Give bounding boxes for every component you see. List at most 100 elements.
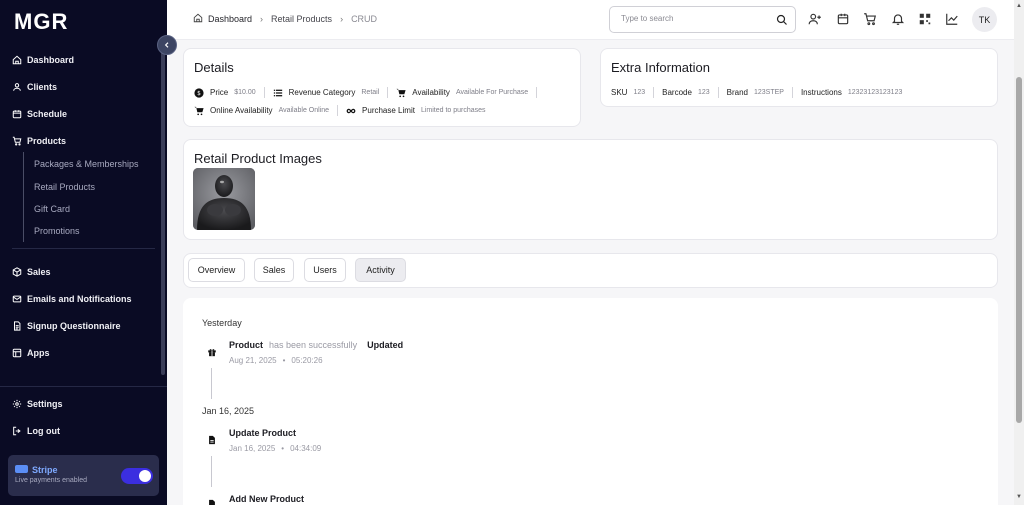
logout-icon [13,426,21,436]
category-value: Retail [361,89,380,96]
activity-icon [204,344,220,360]
activity-time: 05:20:26 [291,356,323,365]
avatar[interactable]: TK [972,7,997,32]
chart-icon[interactable] [945,12,959,26]
activity-date: Aug 21, 2025 [229,356,277,365]
sidebar-item-label: Apps [27,348,50,358]
page-scrollbar[interactable]: ▲ ▼ [1014,0,1024,505]
calendar-icon[interactable] [836,12,850,26]
availability-value: Available For Purchase [455,89,529,96]
stripe-toggle[interactable] [121,468,153,484]
scroll-down-arrow[interactable]: ▼ [1016,494,1022,500]
sidebar-item-label: Dashboard [27,55,75,65]
search-icon[interactable] [776,14,788,26]
calendar-icon [12,110,22,119]
breadcrumb: Dashboard › Retail Products › CRUD [193,13,377,25]
activity-panel [183,298,998,505]
barcode-value: 123 [697,89,710,96]
sidebar-item-label: Emails and Notifications [27,294,132,304]
scrollbar-thumb[interactable] [1016,77,1022,423]
qr-code-icon[interactable] [918,12,932,26]
tab-users[interactable]: Users [304,258,346,282]
search-input[interactable] [621,14,771,23]
document-icon [14,321,21,331]
sidebar-item-schedule[interactable]: Schedule [12,109,67,119]
timeline-line [211,456,212,487]
sidebar-item-dashboard[interactable]: Dashboard [12,55,74,65]
sidebar-subitem-promotions[interactable]: Promotions [34,226,80,236]
sidebar-subitem-packages[interactable]: Packages & Memberships [34,159,139,169]
activity-entry-title: Update Product [229,428,297,438]
barcode-label: Barcode [662,88,692,97]
instructions-value: 12323123123123 [847,89,903,96]
sidebar-item-settings[interactable]: Settings [12,399,63,409]
sidebar-item-logout[interactable]: Log out [12,426,60,436]
divider [536,87,538,98]
breadcrumb-crud: CRUD [351,14,378,24]
gift-icon [208,349,216,357]
activity-date: Jan 16, 2025 [229,444,276,453]
sidebar-item-products[interactable]: Products [12,136,66,146]
tab-overview[interactable]: Overview [188,258,245,282]
chevron-left-icon [164,42,169,48]
home-icon[interactable] [193,13,208,25]
stripe-card: Stripe Live payments enabled [8,455,159,496]
gear-icon [12,399,22,409]
sidebar-scrollbar[interactable] [161,40,165,375]
home-icon [12,55,22,65]
extra-info-card: Extra Information SKU 123 Barcode 123 Br… [600,48,998,107]
chevron-right-icon: › [340,14,344,24]
sidebar: MGR Dashboard Clients Schedule Products … [0,0,167,505]
price-label: Price [210,88,229,97]
list-icon [273,89,282,96]
sidebar-item-clients[interactable]: Clients [12,82,57,92]
collapse-sidebar-button[interactable] [157,35,177,55]
brand-value: 123STEP [753,89,784,96]
details-row-2: Online Availability Available Online Pur… [194,105,486,116]
divider [387,87,389,98]
user-icon [13,83,21,91]
tab-activity[interactable]: Activity [355,258,406,282]
bell-icon[interactable] [891,12,905,26]
sidebar-subitem-retail-products[interactable]: Retail Products [34,182,95,192]
tab-sales[interactable]: Sales [254,258,294,282]
submenu-line [23,152,24,242]
online-label: Online Availability [210,106,273,115]
sidebar-item-signup[interactable]: Signup Questionnaire [12,321,121,331]
cart-icon[interactable] [863,12,877,26]
file-icon [209,435,215,445]
search-box[interactable] [609,6,796,33]
product-image[interactable] [193,168,255,230]
activity-time: 04:34:09 [290,444,322,453]
sidebar-item-sales[interactable]: Sales [12,267,51,277]
breadcrumb-retail-products[interactable]: Retail Products [271,14,332,24]
stripe-card-icon [15,465,28,473]
app-logo: MGR [14,9,69,34]
product-images-card: Retail Product Images [183,139,998,240]
activity-icon [204,496,220,505]
sidebar-item-label: Clients [27,82,58,92]
divider [263,87,265,98]
sidebar-item-apps[interactable]: Apps [12,348,50,358]
activity-timestamp: Jan 16, 2025 • 04:34:09 [229,444,321,453]
breadcrumb-dashboard[interactable]: Dashboard [208,14,252,24]
extra-info-title: Extra Information [611,60,710,75]
details-row-1: $ Price $10.00 Revenue Category Retail A… [194,87,545,98]
sidebar-item-label: Schedule [27,109,68,119]
cart-icon [12,136,22,146]
mail-icon [12,295,22,303]
sidebar-item-label: Settings [27,399,63,409]
brand-label: Brand [726,88,748,97]
sidebar-divider [0,386,167,387]
details-title: Details [194,60,234,75]
sidebar-subitem-gift-card[interactable]: Gift Card [34,204,70,214]
chevron-right-icon: › [260,14,264,24]
bullet-separator: • [282,356,286,365]
bullet-separator: • [281,444,285,453]
activity-subject: Product [229,340,264,350]
add-user-icon[interactable] [808,12,822,26]
activity-group-date: Jan 16, 2025 [202,406,255,416]
scroll-up-arrow[interactable]: ▲ [1016,3,1022,9]
sidebar-item-emails[interactable]: Emails and Notifications [12,294,132,304]
activity-action: Updated [367,340,404,350]
